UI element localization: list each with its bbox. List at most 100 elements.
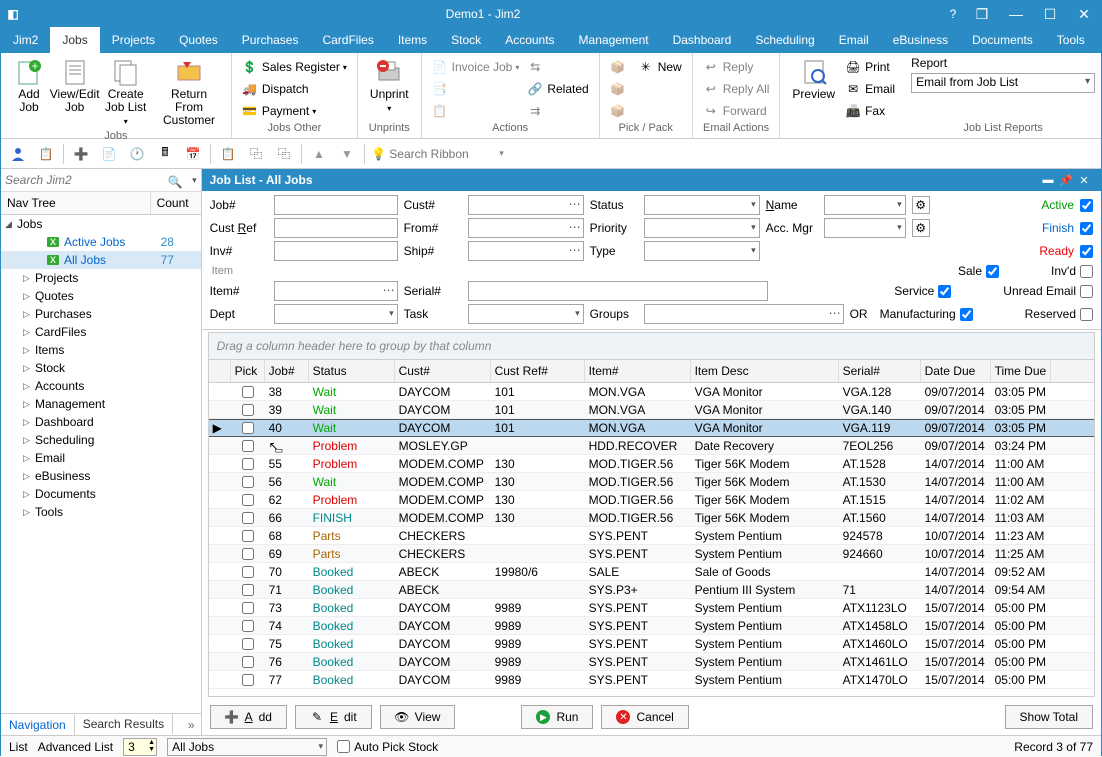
search-ribbon[interactable]: 💡 ▾ — [371, 147, 504, 161]
pick-checkbox[interactable] — [242, 566, 254, 578]
input-serial[interactable] — [468, 281, 768, 301]
pick-checkbox[interactable] — [242, 476, 254, 488]
chk-unread[interactable] — [1080, 285, 1093, 298]
col-cust[interactable]: Cust# — [395, 360, 491, 382]
nav-all-jobs[interactable]: xAll Jobs77 — [1, 251, 201, 269]
table-row[interactable]: 38WaitDAYCOM101MON.VGAVGA MonitorVGA.128… — [209, 383, 1094, 401]
pick-checkbox[interactable] — [242, 404, 254, 416]
tab-jobs[interactable]: Jobs — [50, 27, 99, 53]
nav-search[interactable]: 🔍 ▾ — [1, 169, 201, 192]
dispatch-button[interactable]: 🚚Dispatch — [238, 78, 351, 100]
tab-cardfiles[interactable]: CardFiles — [310, 27, 385, 53]
qat-4-icon[interactable]: 📄 — [98, 143, 120, 165]
view-edit-job-button[interactable]: View/Edit Job — [51, 56, 98, 130]
tab-email[interactable]: Email — [827, 27, 881, 53]
nav-items[interactable]: ▷Items — [1, 341, 201, 359]
list-min-icon[interactable]: ▬ — [1039, 174, 1057, 186]
tab-management[interactable]: Management — [567, 27, 661, 53]
left-expand-icon[interactable]: » — [182, 718, 201, 732]
qat-paste-icon[interactable]: 📋 — [217, 143, 239, 165]
tab-ebusiness[interactable]: eBusiness — [881, 27, 960, 53]
col-itemdesc[interactable]: Item Desc — [691, 360, 839, 382]
sales-register-button[interactable]: 💲Sales Register ▾ — [238, 56, 351, 78]
chk-finish[interactable] — [1080, 222, 1093, 235]
nav-stock[interactable]: ▷Stock — [1, 359, 201, 377]
col-timedue[interactable]: Time Due — [991, 360, 1051, 382]
tab-tools[interactable]: Tools — [1045, 27, 1097, 53]
search-icon[interactable]: 🔍 — [168, 175, 183, 189]
new-pick-button[interactable]: ✳New — [634, 56, 686, 78]
col-job[interactable]: Job# — [265, 360, 309, 382]
list-close-icon[interactable]: ✕ — [1075, 174, 1093, 187]
pick-checkbox[interactable] — [242, 602, 254, 614]
nav-active-jobs[interactable]: xActive Jobs28 — [1, 233, 201, 251]
list-number-spinner[interactable]: 3▲▼ — [123, 738, 157, 756]
add-job-button[interactable]: +Add Job — [7, 56, 51, 130]
add-button[interactable]: ➕Add — [210, 705, 287, 729]
list-pin-icon[interactable]: 📌 — [1057, 174, 1075, 187]
chk-service[interactable] — [938, 285, 951, 298]
input-inv[interactable] — [274, 241, 398, 261]
qat-10-icon[interactable]: ⿻ — [273, 143, 295, 165]
table-row[interactable]: 66FINISHMODEM.COMP130MOD.TIGER.56Tiger 5… — [209, 509, 1094, 527]
pick-checkbox[interactable] — [242, 656, 254, 668]
table-row[interactable]: 74BookedDAYCOM9989SYS.PENTSystem Pentium… — [209, 617, 1094, 635]
input-status[interactable]: ▾ — [644, 195, 760, 215]
chk-reserved[interactable] — [1080, 308, 1093, 321]
run-button[interactable]: ▶Run — [521, 705, 593, 729]
table-row[interactable]: 55ProblemMODEM.COMP130MOD.TIGER.56Tiger … — [209, 455, 1094, 473]
nav-tree[interactable]: ◢JobsxActive Jobs28xAll Jobs77▷Projects ▷… — [1, 215, 201, 713]
nav-documents[interactable]: ▷Documents — [1, 485, 201, 503]
table-row[interactable]: 68PartsCHECKERSSYS.PENTSystem Pentium924… — [209, 527, 1094, 545]
nav-management[interactable]: ▷Management — [1, 395, 201, 413]
view-button[interactable]: 👁View — [380, 705, 456, 729]
table-row[interactable]: 77BookedDAYCOM9989SYS.PENTSystem Pentium… — [209, 671, 1094, 689]
qat-calendar-icon[interactable]: 📅 — [182, 143, 204, 165]
grid-body[interactable]: 38WaitDAYCOM101MON.VGAVGA MonitorVGA.128… — [209, 383, 1094, 696]
nav-purchases[interactable]: ▷Purchases — [1, 305, 201, 323]
show-total-button[interactable]: Show Total — [1005, 705, 1093, 729]
input-from[interactable]: ⋯ — [468, 218, 584, 238]
col-custref[interactable]: Cust Ref# — [491, 360, 585, 382]
qat-history-icon[interactable]: 🕐 — [126, 143, 148, 165]
tab-quotes[interactable]: Quotes — [167, 27, 230, 53]
nav-tools[interactable]: ▷Tools — [1, 503, 201, 521]
qat-copy-icon[interactable]: ⿻ — [245, 143, 267, 165]
email-button[interactable]: ✉Email — [841, 78, 899, 100]
qat-3-icon[interactable]: ➕ — [70, 143, 92, 165]
tab-jim2[interactable]: Jim2 — [1, 27, 50, 53]
table-row[interactable]: 69PartsCHECKERSSYS.PENTSystem Pentium924… — [209, 545, 1094, 563]
col-pick[interactable]: Pick — [231, 360, 265, 382]
nav-email[interactable]: ▷Email — [1, 449, 201, 467]
pick-checkbox[interactable] — [242, 548, 254, 560]
tab-projects[interactable]: Projects — [100, 27, 167, 53]
related-button[interactable]: 🔗Related — [523, 78, 592, 100]
search-ribbon-input[interactable] — [389, 147, 499, 161]
pick-checkbox[interactable] — [242, 494, 254, 506]
col-status[interactable]: Status — [309, 360, 395, 382]
table-row[interactable]: 73BookedDAYCOM9989SYS.PENTSystem Pentium… — [209, 599, 1094, 617]
tab-documents[interactable]: Documents — [960, 27, 1045, 53]
table-row[interactable]: 76BookedDAYCOM9989SYS.PENTSystem Pentium… — [209, 653, 1094, 671]
pick-checkbox[interactable] — [242, 638, 254, 650]
qat-calc-icon[interactable]: 🖩 — [154, 143, 176, 165]
maximize-button[interactable]: ☐ — [1033, 6, 1067, 23]
table-row[interactable]: ▶40WaitDAYCOM101MON.VGAVGA MonitorVGA.11… — [209, 419, 1094, 437]
payment-button[interactable]: 💳Payment ▾ — [238, 100, 351, 122]
restore-down-icon[interactable]: ❐ — [965, 6, 999, 23]
tab-dashboard[interactable]: Dashboard — [661, 27, 744, 53]
report-combo[interactable]: Email from Job List — [911, 73, 1095, 93]
nav-jobs[interactable]: ◢Jobs — [1, 215, 201, 233]
input-name[interactable]: ▾ — [824, 195, 906, 215]
table-row[interactable]: 56WaitMODEM.COMP130MOD.TIGER.56Tiger 56K… — [209, 473, 1094, 491]
chk-active[interactable] — [1080, 199, 1093, 212]
tab-navigation[interactable]: Navigation — [1, 715, 75, 735]
pick-checkbox[interactable] — [242, 530, 254, 542]
tab-search-results[interactable]: Search Results — [75, 713, 173, 734]
input-cust[interactable]: ⋯ — [468, 195, 584, 215]
tab-purchases[interactable]: Purchases — [230, 27, 311, 53]
nav-projects[interactable]: ▷Projects — [1, 269, 201, 287]
nav-dashboard[interactable]: ▷Dashboard — [1, 413, 201, 431]
pick-checkbox[interactable] — [242, 422, 254, 434]
qat-2-icon[interactable]: 📋 — [35, 143, 57, 165]
